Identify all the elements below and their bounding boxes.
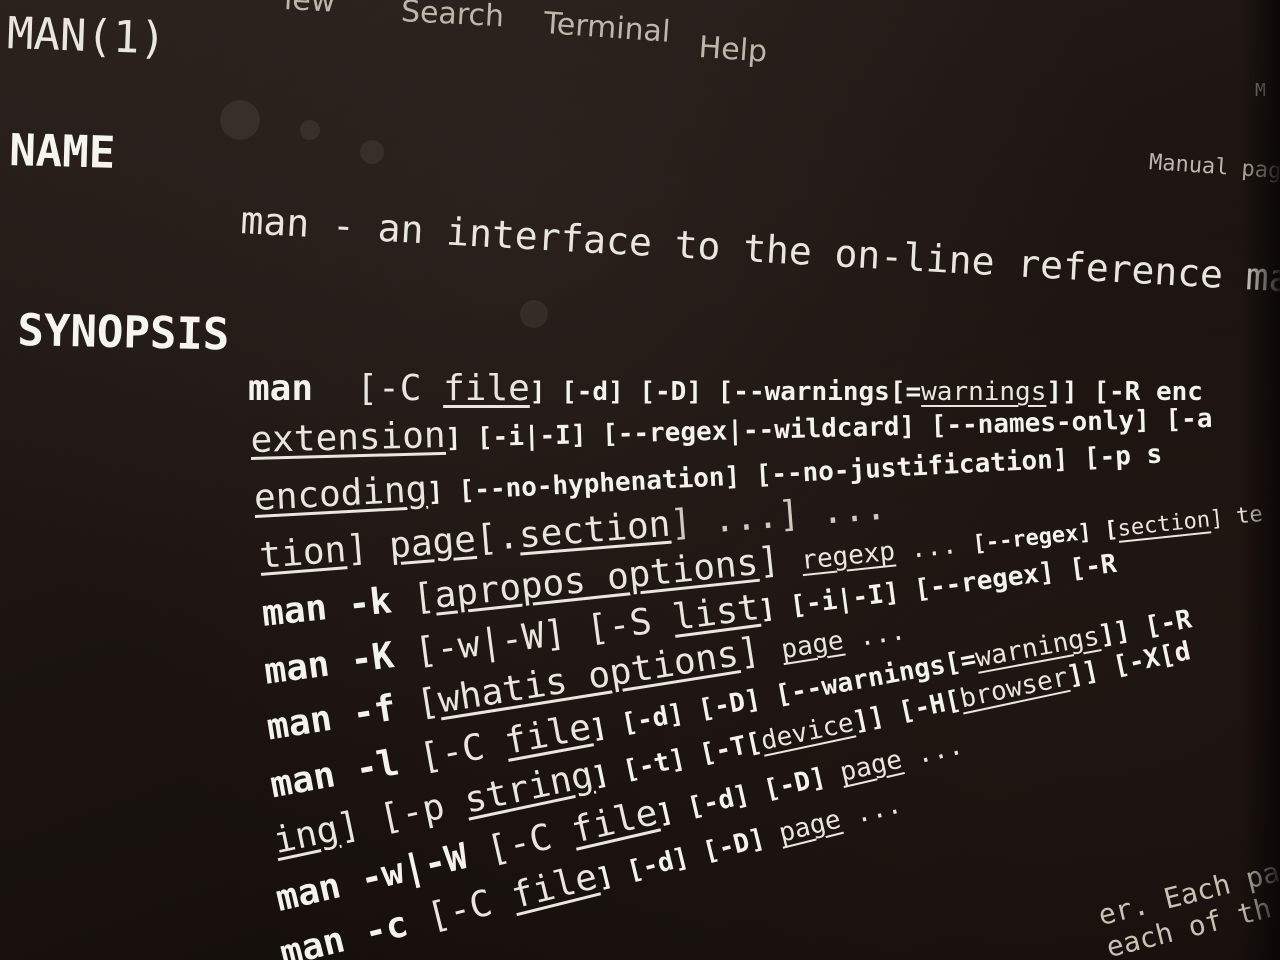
argument: ing: [270, 808, 343, 863]
argument: extension: [250, 414, 447, 461]
option-text: ]: [755, 537, 804, 583]
screen-glare: [520, 300, 548, 328]
menu-view[interactable]: iew: [283, 0, 336, 20]
command: man -l: [267, 742, 403, 807]
name-description: man - an interface to the on-line refere…: [239, 198, 1280, 307]
monitor-bezel: [1240, 0, 1280, 960]
command: man: [248, 368, 314, 409]
argument: file: [507, 856, 602, 918]
option-text: ...: [898, 730, 966, 774]
argument: file: [501, 706, 595, 763]
argument: section: [517, 503, 672, 557]
argument: file: [443, 368, 530, 409]
screen-glare: [360, 140, 384, 164]
argument: page: [779, 625, 846, 666]
option-text: ]: [734, 626, 785, 674]
synopsis-heading: SYNOPSIS: [16, 305, 230, 361]
option-text: [: [389, 575, 437, 622]
argument: tion: [258, 529, 348, 577]
option-text: [-C: [356, 368, 444, 409]
man-page-header: MAN(1): [6, 8, 167, 65]
argument: section: [1116, 507, 1212, 542]
argument: encoding: [253, 468, 429, 519]
argument: page: [775, 804, 844, 849]
option-text: [: [392, 680, 442, 729]
option-text: ] [-d] [-D] [--warnings[=: [529, 377, 922, 407]
option-text: ]: [344, 525, 391, 571]
menu-terminal[interactable]: Terminal: [543, 6, 672, 50]
command: man -K: [262, 635, 397, 693]
argument: page: [387, 518, 478, 567]
option-text: [-C: [394, 722, 509, 783]
menu-help[interactable]: Help: [698, 30, 769, 70]
option-text: [.: [474, 515, 521, 560]
option-text: ...: [836, 789, 905, 834]
command: man -k: [260, 580, 394, 635]
screen-glare: [220, 100, 260, 140]
terminal-screen: iew Search Terminal Help MAN(1) Manual p…: [0, 0, 1280, 960]
screen-glare: [300, 120, 320, 140]
menu-search[interactable]: Search: [400, 0, 505, 34]
name-heading: NAME: [8, 125, 116, 179]
command: man -f: [264, 687, 399, 749]
